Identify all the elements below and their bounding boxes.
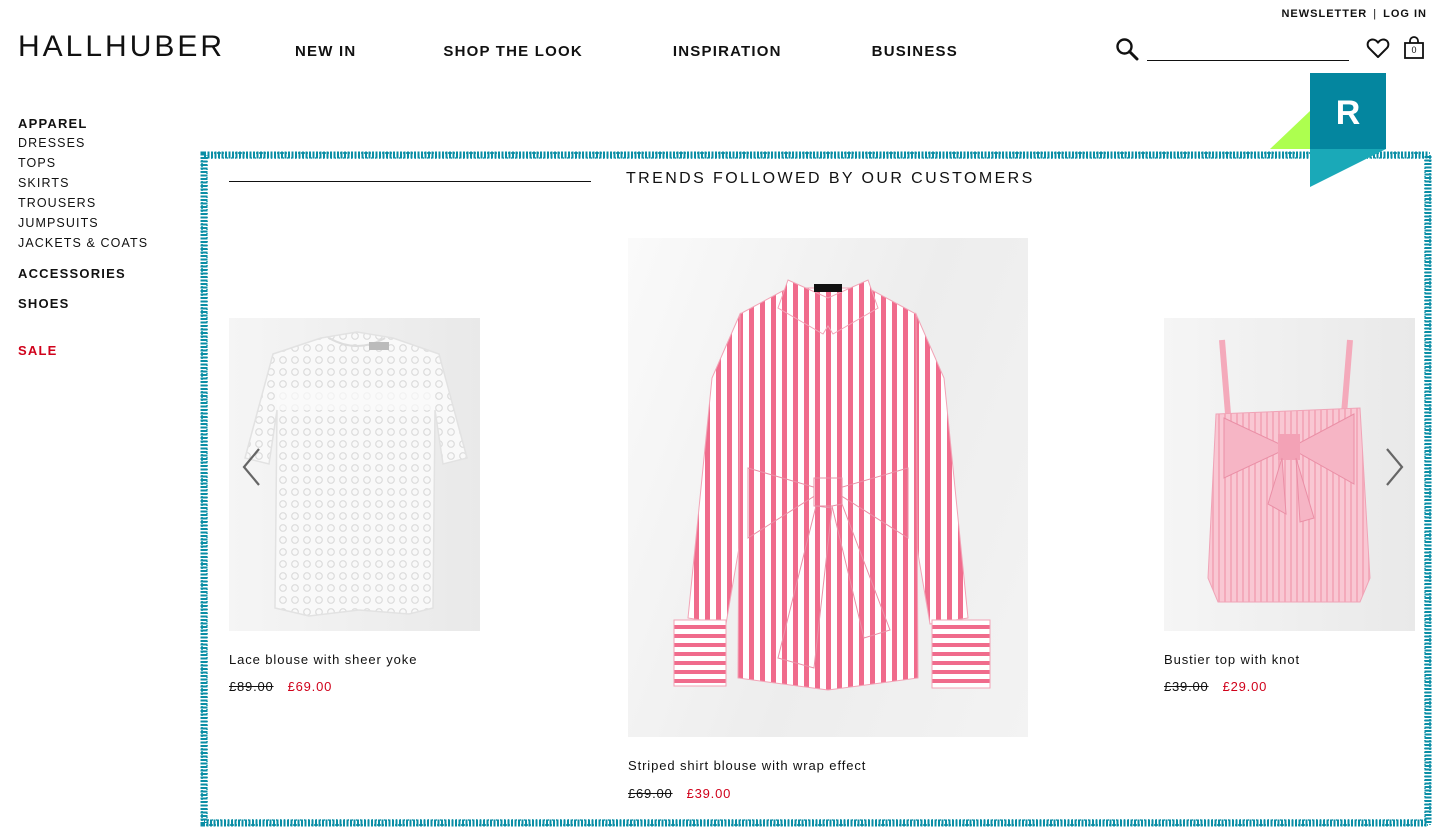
section-title-rule [229, 181, 591, 182]
sale-price: £29.00 [1222, 679, 1268, 694]
sidebar-item-trousers[interactable]: TROUSERS [18, 193, 148, 213]
login-link[interactable]: LOG IN [1383, 8, 1427, 20]
sidebar-item-jumpsuits[interactable]: JUMPSUITS [18, 213, 148, 233]
utility-separator: | [1373, 8, 1378, 20]
product-price-striped-shirt: £69.00 £39.00 [628, 786, 731, 801]
main-nav: NEW IN SHOP THE LOOK INSPIRATION BUSINES… [295, 43, 958, 60]
wishlist-heart-icon[interactable] [1366, 36, 1390, 60]
utility-bar: NEWSLETTER | LOG IN [1281, 8, 1427, 20]
newsletter-link[interactable]: NEWSLETTER [1281, 8, 1367, 20]
old-price: £69.00 [628, 786, 673, 801]
sidebar-item-tops[interactable]: TOPS [18, 153, 148, 173]
product-image-lace-blouse[interactable] [229, 318, 480, 631]
sidebar-item-jackets-coats[interactable]: JACKETS & COATS [18, 233, 148, 253]
brand-logo[interactable]: HALLHUBER [18, 30, 225, 64]
sidebar-accessories[interactable]: ACCESSORIES [18, 266, 126, 281]
sidebar-apparel[interactable]: APPAREL [18, 116, 148, 131]
product-name-bustier-top[interactable]: Bustier top with knot [1164, 652, 1300, 667]
product-name-striped-shirt[interactable]: Striped shirt blouse with wrap effect [628, 758, 866, 773]
sale-price: £69.00 [287, 679, 333, 694]
sidebar-item-dresses[interactable]: DRESSES [18, 133, 148, 153]
nav-new-in[interactable]: NEW IN [295, 43, 356, 60]
product-price-lace-blouse: £89.00 £69.00 [229, 679, 332, 694]
sidebar-item-skirts[interactable]: SKIRTS [18, 173, 148, 193]
product-price-bustier-top: £39.00 £29.00 [1164, 679, 1267, 694]
carousel-prev-arrow-icon[interactable] [241, 447, 261, 487]
old-price: £89.00 [229, 679, 274, 694]
nav-shop-the-look[interactable]: SHOP THE LOOK [443, 43, 583, 60]
section-title: TRENDS FOLLOWED BY OUR CUSTOMERS [626, 170, 1035, 187]
nav-business[interactable]: BUSINESS [872, 43, 958, 60]
carousel-next-arrow-icon[interactable] [1385, 447, 1405, 487]
nav-inspiration[interactable]: INSPIRATION [673, 43, 782, 60]
search-icon[interactable] [1115, 37, 1139, 61]
category-sidebar: APPAREL DRESSES TOPS SKIRTS TROUSERS JUM… [18, 116, 148, 253]
sidebar-sale[interactable]: SALE [18, 343, 57, 358]
badge-letter: R [1336, 94, 1361, 132]
product-image-striped-shirt[interactable] [628, 238, 1028, 737]
sale-price: £39.00 [686, 786, 732, 801]
retargeting-r-badge: R [1270, 73, 1386, 187]
product-name-lace-blouse[interactable]: Lace blouse with sheer yoke [229, 652, 417, 667]
search-input[interactable] [1147, 38, 1349, 61]
old-price: £39.00 [1164, 679, 1209, 694]
product-image-bustier-top[interactable] [1164, 318, 1415, 631]
cart-count: 0 [1411, 45, 1417, 55]
sidebar-shoes[interactable]: SHOES [18, 296, 70, 311]
